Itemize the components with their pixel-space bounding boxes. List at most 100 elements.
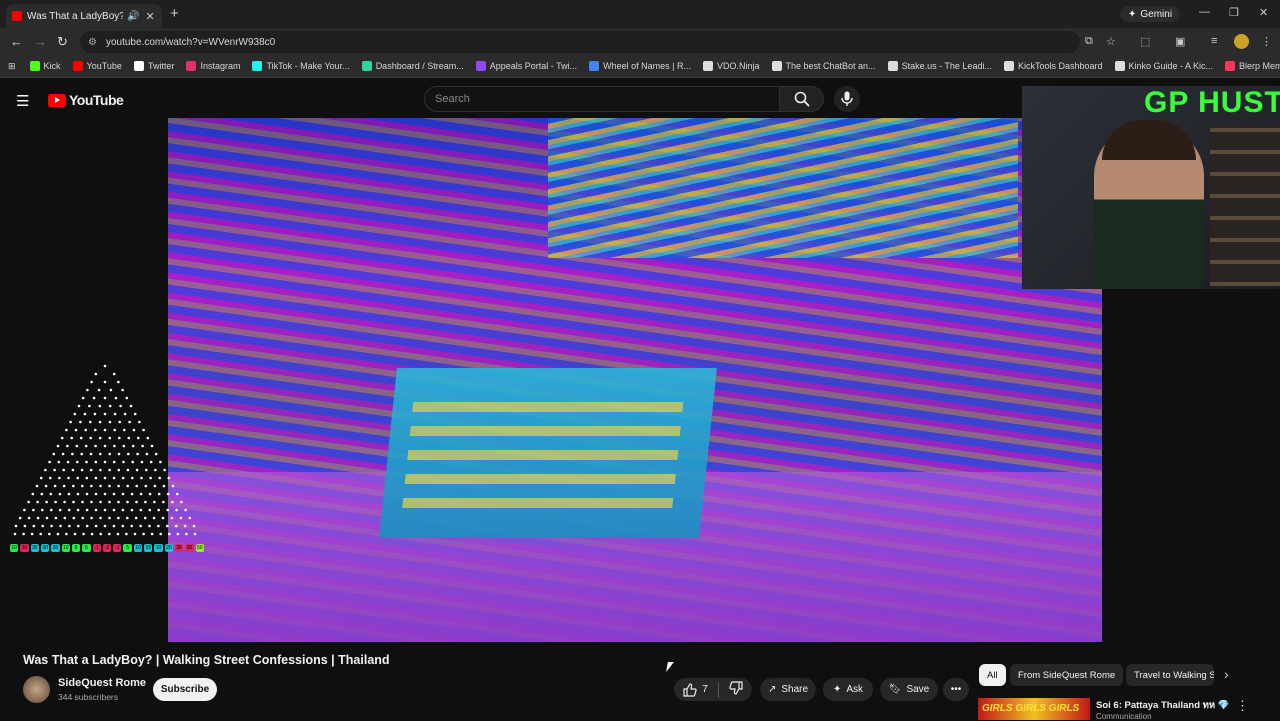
overlay-dot [81,516,84,520]
close-tab-icon[interactable]: ✕ [145,10,154,23]
chip-travel[interactable]: Travel to Walking S [1126,664,1214,686]
bookmark-item[interactable]: Wheel of Names | R... [589,61,691,71]
back-icon[interactable]: ← [10,34,23,49]
bookmark-item[interactable]: The best ChatBot an... [771,61,876,71]
gemini-button[interactable]: ✦ Gemini [1120,6,1181,22]
more-actions-button[interactable]: ••• [943,678,969,701]
meter-cell: 30 [20,544,29,552]
overlay-dot [117,516,120,520]
chevron-right-icon[interactable]: › [1224,666,1229,682]
like-button[interactable]: 7 [683,682,708,697]
overlay-dot [126,500,129,504]
bookmark-item[interactable]: Blerp Memes | Best... [1225,61,1280,71]
related-more-icon[interactable]: ⋮ [1236,698,1249,714]
overlay-dot [118,420,121,424]
microphone-icon [841,91,853,106]
related-video-title[interactable]: Soi 6: Pattaya Thailand ทห 💎 [1096,698,1230,713]
extensions-icon[interactable]: ⬚ [1140,35,1150,48]
dislike-button[interactable] [729,681,743,698]
meter-cell: 10 [154,544,163,552]
video-title: Was That a LadyBoy? | Walking Street Con… [23,653,390,667]
overlay-dot [94,428,97,432]
overlay-dot [103,524,107,528]
meter-cell: 5 [71,544,81,552]
meter-cell: 15 [144,544,153,552]
overlay-dot [168,532,171,536]
profile-avatar[interactable] [1234,34,1249,49]
gemini-label: Gemini [1140,8,1173,20]
background-shelf [1210,126,1280,286]
media-icon[interactable]: ▣ [1175,35,1185,48]
site-info-icon[interactable]: ⚙ [88,37,97,48]
minimize-icon[interactable]: — [1199,6,1210,18]
overlay-dot [85,524,89,528]
voice-search-button[interactable] [834,86,860,112]
bookmark-item[interactable]: KickTools Dashboard [1003,61,1103,71]
ask-button[interactable]: ✦ Ask [823,678,873,701]
overlay-dot [117,468,121,472]
bookmark-item[interactable]: Twitter [133,61,175,71]
overlay-dot [152,516,156,520]
overlay-dot [158,476,161,480]
bookmark-item[interactable]: Instagram [186,61,240,71]
reload-icon[interactable]: ↻ [57,34,68,50]
bookmark-item[interactable]: TikTok - Make Your... [252,61,350,71]
bookmark-item[interactable]: YouTube [72,61,122,71]
subscribe-button[interactable]: Subscribe [153,678,217,701]
browser-tab-active[interactable]: Was That a LadyBoy? | Walk 🔊 ✕ [6,4,162,28]
browser-menu-icon[interactable]: ⋮ [1261,35,1272,48]
share-button[interactable]: ↗ Share [760,678,816,701]
overlay-dot [153,500,156,504]
bookmark-item[interactable]: Appeals Portal - Twi... [475,61,577,71]
overlay-dot [108,404,112,408]
overlay-dot [59,524,62,528]
meter-cell: 10 [61,544,70,552]
close-window-icon[interactable]: ✕ [1259,6,1268,19]
forward-icon[interactable]: → [34,34,47,49]
bookmark-item[interactable]: VDO.Ninja [702,61,760,71]
overlay-dot [81,396,85,400]
bookmark-star-icon[interactable]: ☆ [1106,35,1116,48]
related-video-thumbnail[interactable]: GIRLS GIRLS GIRLS [978,698,1090,720]
bookmark-item[interactable]: Kick [29,61,61,71]
search-input[interactable]: Search [424,86,780,112]
chip-from-channel[interactable]: From SideQuest Rome [1010,664,1124,686]
save-button[interactable]: 🔖︎ Save [880,678,938,701]
hamburger-menu-icon[interactable]: ☰ [16,92,29,110]
overlay-dot [22,532,25,536]
apps-grid-icon[interactable]: ⊞ [8,61,16,72]
overlay-dot [157,508,160,512]
channel-avatar[interactable] [23,676,50,703]
overlay-dot [54,516,58,520]
bookmark-item[interactable]: Dashboard / Stream... [361,61,464,71]
overlay-dot [126,468,130,472]
bookmark-item[interactable]: Kinko Guide - A Kic... [1114,61,1213,71]
video-player[interactable] [168,118,1102,642]
overlay-dot [99,468,102,472]
overlay-dot [112,372,116,376]
youtube-logo[interactable]: YouTube [48,92,124,108]
overlay-dot [103,460,107,464]
overlay-dot [113,428,116,432]
sidebar-icon[interactable]: ≡ [1211,35,1217,47]
address-bar[interactable]: ⚙ youtube.com/watch?v=WVenrW938c0 [80,31,1080,53]
overlay-dot [148,524,151,528]
search-button[interactable] [780,86,824,112]
restore-icon[interactable]: ❐ [1229,6,1239,19]
bookmark-label: Stake.us - The Leadi... [901,61,992,71]
bookmark-label: Twitter [147,61,175,71]
overlay-dot [103,396,107,400]
overlay-dot [85,476,89,480]
like-dislike-group: 7 [674,678,752,701]
meter-cell: 10 [10,544,19,552]
chip-all[interactable]: All [979,664,1006,686]
channel-name[interactable]: SideQuest Rome [58,677,146,689]
overlay-dot [142,532,145,536]
search-icon [794,91,810,107]
overlay-dot [27,516,31,520]
bookmark-label: Dashboard / Stream... [375,61,464,71]
bookmark-item[interactable]: Stake.us - The Leadi... [887,61,992,71]
speaker-icon[interactable]: 🔊 [127,11,139,22]
new-tab-button[interactable]: + [170,5,179,22]
cast-icon[interactable]: ⧉ [1085,35,1093,48]
